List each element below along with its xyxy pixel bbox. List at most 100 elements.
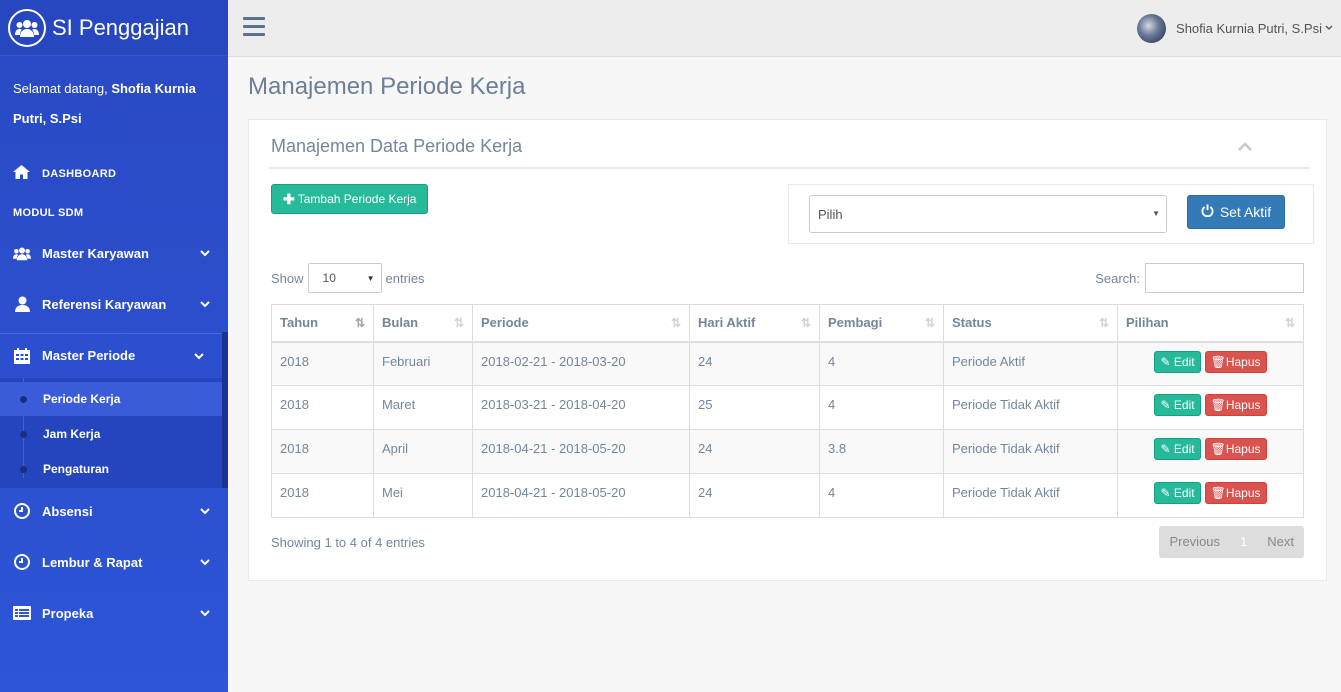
table-row: 2018 Mei 2018-04-21 - 2018-05-20 24 4 Pe… (271, 473, 1304, 518)
delete-button[interactable]: 🗑Hapus (1204, 394, 1267, 416)
users-icon (13, 246, 31, 261)
delete-button[interactable]: 🗑Hapus (1204, 482, 1267, 504)
sidebar-item-label: Propeka (42, 605, 94, 621)
chevron-down-icon (200, 503, 210, 518)
chevron-down-icon (200, 296, 210, 311)
search-input[interactable] (1145, 263, 1304, 293)
brand[interactable]: SI Penggajian (0, 0, 228, 56)
welcome-text: Selamat datang, Shofia Kurnia Putri, S.P… (0, 56, 228, 134)
column-header-periode[interactable]: Periode ⇅ (472, 304, 690, 343)
cell-actions: ✎ Edit 🗑Hapus (1117, 429, 1304, 474)
edit-button[interactable]: ✎ Edit (1154, 350, 1201, 373)
edit-button[interactable]: ✎ Edit (1154, 394, 1201, 416)
cell-actions: ✎ Edit 🗑Hapus (1117, 385, 1304, 430)
chevron-down-icon (194, 348, 204, 363)
chevron-down-icon (1325, 23, 1333, 34)
section-label: MODUL SDM (13, 207, 84, 219)
panel-divider (269, 167, 1309, 169)
menu-toggle-icon[interactable] (243, 17, 265, 37)
length-select[interactable]: 10 ▼ (307, 263, 382, 293)
add-periode-button[interactable]: ✚ Tambah Periode Kerja (271, 184, 429, 214)
pencil-icon: ✎ (1160, 442, 1171, 456)
cell-pembagi: 4 (819, 473, 944, 518)
panel-title: Manajemen Data Periode Kerja (271, 136, 523, 156)
trash-icon: 🗑 (1210, 398, 1226, 412)
cell-periode: 2018-04-21 - 2018-05-20 (472, 429, 690, 474)
power-icon (1201, 204, 1214, 220)
column-header-bulan[interactable]: Bulan ⇅ (373, 304, 473, 343)
cell-hari-aktif: 24 (689, 429, 820, 474)
column-header-pilihan[interactable]: Pilihan ⇅ (1117, 304, 1304, 343)
set-active-button[interactable]: Set Aktif (1187, 195, 1285, 229)
list-icon (13, 606, 31, 620)
pencil-icon: ✎ (1160, 486, 1171, 500)
cell-bulan: Maret (373, 385, 473, 430)
cell-hari-aktif: 25 (689, 385, 820, 430)
cell-pembagi: 4 (819, 341, 944, 386)
cell-actions: ✎ Edit 🗑Hapus (1117, 341, 1304, 386)
column-header-pembagi[interactable]: Pembagi ⇅ (819, 304, 944, 343)
sort-icon: ⇅ (800, 316, 811, 330)
delete-button[interactable]: 🗑Hapus (1204, 350, 1267, 373)
add-periode-label: Tambah Periode Kerja (297, 192, 417, 206)
clock-icon (13, 503, 31, 519)
cell-hari-aktif: 24 (689, 341, 820, 386)
edit-button[interactable]: ✎ Edit (1154, 482, 1201, 504)
trash-icon: 🗑 (1210, 354, 1226, 369)
sidebar-item-label: Lembur & Rapat (42, 554, 143, 570)
sort-icon: ⇅ (1284, 316, 1295, 330)
next-page-button[interactable]: Next (1257, 526, 1304, 558)
table-info: Showing 1 to 4 of 4 entries (271, 535, 425, 550)
app-title: SI Penggajian (52, 14, 189, 40)
sidebar-item-master-periode[interactable]: Master Periode (0, 333, 228, 377)
cell-status: Periode Tidak Aktif (943, 429, 1118, 474)
sort-icon: ⇅ (924, 316, 935, 330)
column-header-hari-aktif[interactable]: Hari Aktif ⇅ (689, 304, 820, 343)
caret-down-icon: ▼ (1152, 209, 1160, 218)
length-control: Show 10 ▼ entries (271, 263, 425, 293)
page-title: Manajemen Periode Kerja (248, 73, 526, 100)
sidebar-item-dashboard[interactable]: DASHBOARD (13, 165, 116, 182)
table-row: 2018 Februari 2018-02-21 - 2018-03-20 24… (271, 341, 1304, 386)
cell-bulan: April (373, 429, 473, 474)
submenu-item-pengaturan[interactable]: Pengaturan (0, 452, 222, 486)
sidebar-item-propeka[interactable]: Propeka (0, 591, 228, 635)
clock-icon (13, 554, 31, 570)
delete-button[interactable]: 🗑Hapus (1204, 438, 1267, 460)
cell-tahun: 2018 (271, 473, 374, 518)
table-row: 2018 Maret 2018-03-21 - 2018-04-20 25 4 … (271, 385, 1304, 430)
cell-bulan: Februari (373, 341, 473, 386)
sidebar-item-master-karyawan[interactable]: Master Karyawan (0, 231, 228, 275)
users-icon (8, 8, 46, 47)
sidebar-item-referensi-karyawan[interactable]: Referensi Karyawan (0, 282, 228, 326)
cell-status: Periode Tidak Aktif (943, 473, 1118, 518)
submenu-item-periode-kerja[interactable]: Periode Kerja (0, 382, 222, 416)
column-header-tahun[interactable]: Tahun ⇅ (271, 304, 374, 343)
welcome-prefix: Selamat datang, (13, 81, 108, 96)
user-menu[interactable]: Shofia Kurnia Putri, S.Psi (1137, 14, 1333, 43)
bullet-icon (20, 431, 27, 438)
page-1-button[interactable]: 1 (1230, 526, 1257, 558)
sidebar-item-absensi[interactable]: Absensi (0, 489, 228, 533)
user-icon (13, 296, 31, 312)
chevron-down-icon (200, 605, 210, 620)
submenu-item-label: Jam Kerja (43, 427, 101, 441)
trash-icon: 🗑 (1210, 486, 1226, 500)
length-select-value: 10 (322, 271, 336, 285)
cell-pembagi: 3.8 (819, 429, 944, 474)
show-label: Show (271, 270, 304, 286)
user-name: Shofia Kurnia Putri, S.Psi (1176, 21, 1322, 36)
submenu-indicator (222, 332, 228, 488)
sidebar-item-lembur-rapat[interactable]: Lembur & Rapat (0, 540, 228, 584)
plus-icon: ✚ (283, 190, 295, 207)
previous-page-button[interactable]: Previous (1159, 526, 1230, 558)
top-navbar: Shofia Kurnia Putri, S.Psi (228, 0, 1341, 57)
column-header-status[interactable]: Status ⇅ (943, 304, 1118, 343)
submenu-item-jam-kerja[interactable]: Jam Kerja (0, 417, 222, 451)
periode-select[interactable]: Pilih ▼ (809, 195, 1167, 233)
edit-button[interactable]: ✎ Edit (1154, 438, 1201, 460)
chevron-up-icon[interactable] (1238, 139, 1252, 154)
sidebar-item-label: Master Periode (42, 348, 136, 363)
search-label: Search: (1095, 270, 1140, 286)
cell-hari-aktif: 24 (689, 473, 820, 518)
